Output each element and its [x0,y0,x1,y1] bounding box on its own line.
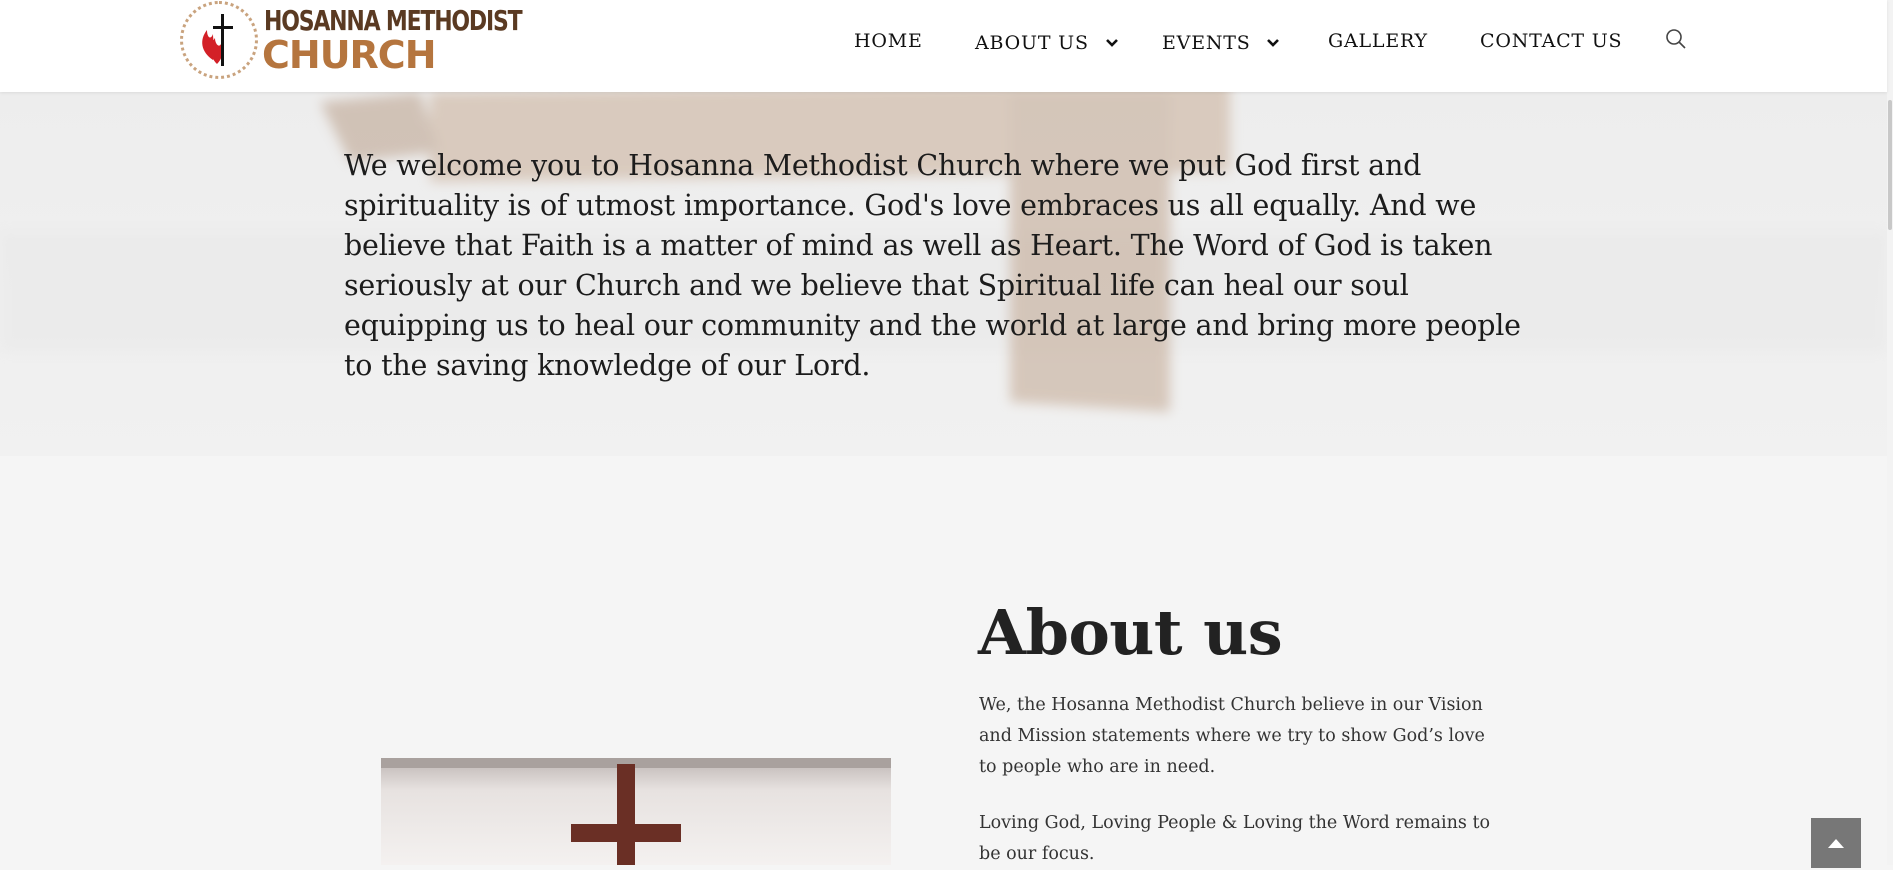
chevron-down-icon [1105,30,1118,52]
scroll-to-top-button[interactable] [1811,818,1861,868]
arrow-up-icon [1828,839,1844,848]
nav-contact-us-label: CONTACT US [1480,30,1623,52]
nav-home[interactable]: HOME [854,30,923,52]
church-interior-photo [381,758,891,865]
nav-about-us[interactable]: ABOUT US [975,30,1118,54]
nav-about-us-label: ABOUT US [975,32,1089,54]
hero-section: We welcome you to Hosanna Methodist Chur… [0,92,1887,456]
about-paragraph-2: Loving God, Loving People & Loving the W… [979,813,1491,864]
chevron-down-icon [1267,30,1280,52]
nav-events-label: EVENTS [1162,32,1251,54]
main-navigation: HOME ABOUT US EVENTS GALLERY CONTACT US [0,0,1887,84]
site-header: HOSANNA METHODIST CHURCH HOME ABOUT US E… [0,0,1887,92]
nav-gallery[interactable]: GALLERY [1328,30,1428,52]
about-us-heading: About us [978,596,1283,669]
scrollbar-thumb[interactable] [1888,100,1892,230]
nav-home-label: HOME [854,30,923,52]
search-icon[interactable] [1665,28,1689,52]
about-paragraph-1: We, the Hosanna Methodist Church believe… [979,695,1485,777]
nav-contact-us[interactable]: CONTACT US [1480,30,1622,52]
page-scrollbar[interactable] [1887,0,1893,865]
nav-events[interactable]: EVENTS [1162,30,1280,54]
nav-gallery-label: GALLERY [1328,30,1428,52]
welcome-text: We welcome you to Hosanna Methodist Chur… [344,149,1521,382]
